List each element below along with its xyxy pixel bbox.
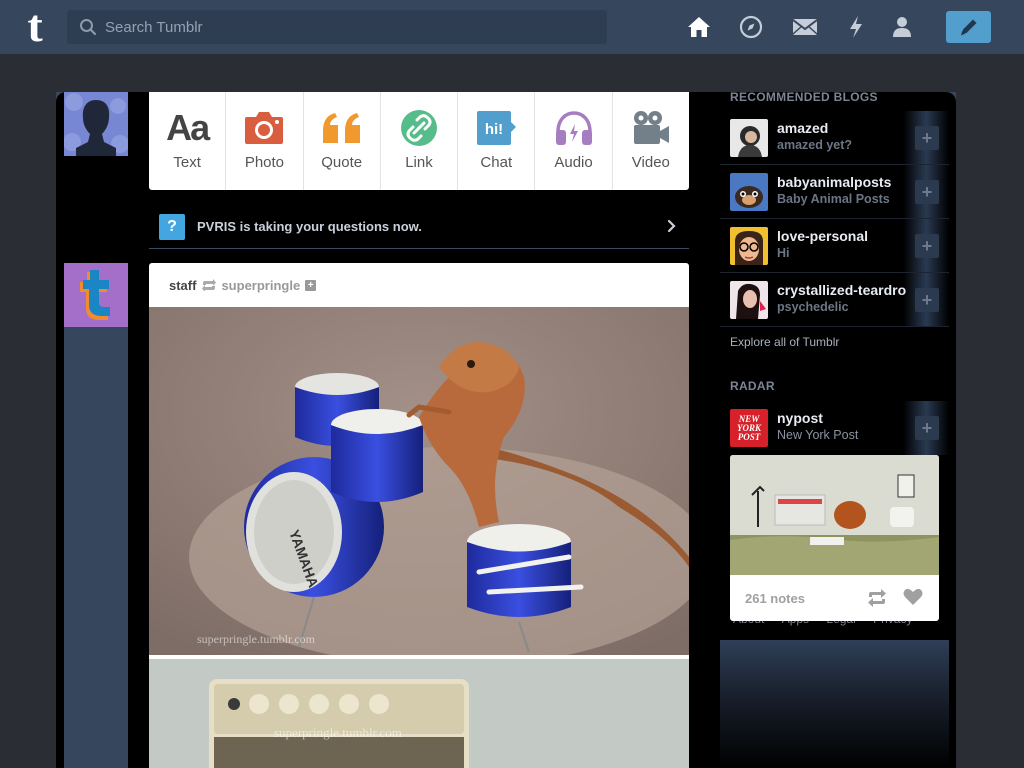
search-box[interactable] (67, 10, 607, 44)
sidebar-footer-panel (720, 640, 949, 768)
recommended-blog-item[interactable]: amazed amazed yet? + (720, 111, 949, 165)
activity-lightning-icon[interactable] (843, 14, 869, 40)
post-watermark-2: superpringle.tumblr.com (274, 725, 402, 740)
pencil-icon (960, 19, 976, 36)
blog-name: amazed (777, 120, 829, 136)
post-type-bar: Aa Text Photo Quote Link hi! Chat Audio (149, 92, 689, 190)
radar-blog-item[interactable]: NEW YORK POST nypost New York Post + (720, 401, 949, 455)
search-icon (80, 19, 97, 36)
post-type-quote[interactable]: Quote (304, 92, 381, 190)
radar-blog-avatar: NEW YORK POST (730, 409, 768, 447)
home-icon[interactable] (686, 14, 712, 40)
follow-plus-icon[interactable]: + (305, 279, 317, 291)
top-navigation-bar: t (0, 0, 1024, 54)
inbox-mail-icon[interactable] (792, 14, 818, 40)
recommended-blog-item[interactable]: crystallized-teardrops psychedelic + (720, 273, 949, 327)
follow-button[interactable]: + (915, 416, 939, 440)
blog-avatar (730, 280, 768, 319)
post-header: staff superpringle + (149, 263, 689, 307)
reblog-icon (202, 279, 217, 291)
video-camera-icon (631, 108, 671, 148)
quote-icon (321, 108, 363, 148)
reblogged-from-blog[interactable]: superpringle (221, 278, 300, 293)
blog-subtitle: amazed yet? (777, 138, 853, 152)
link-icon (400, 108, 438, 148)
notes-count[interactable]: 261 notes (745, 591, 805, 606)
svg-text:hi!: hi! (485, 121, 503, 138)
post-type-label: Audio (554, 154, 593, 171)
radar-blog-name: nypost (777, 410, 823, 426)
search-input[interactable] (105, 10, 595, 44)
post-author[interactable]: staff (169, 278, 196, 293)
blog-avatar (730, 172, 768, 211)
text-aa-icon: Aa (166, 107, 210, 148)
post-type-label: Quote (321, 154, 363, 171)
avatar-sticky-column (64, 263, 128, 768)
follow-button[interactable]: + (915, 288, 939, 312)
camera-icon (244, 108, 284, 148)
radar-heading: RADAR (730, 379, 775, 393)
post-type-label: Text (173, 154, 201, 171)
chat-hi-icon: hi! (475, 108, 517, 148)
blog-avatar (730, 118, 768, 157)
tumblr-logo[interactable]: t (14, 3, 56, 49)
post-type-label: Chat (480, 154, 513, 171)
radar-blog-subtitle: New York Post (777, 428, 859, 442)
post-type-chat[interactable]: hi! Chat (458, 92, 536, 190)
chevron-right-icon (667, 219, 676, 233)
account-person-icon[interactable] (889, 14, 915, 40)
post-type-label: Video (631, 154, 670, 171)
dashboard-background (0, 54, 1024, 92)
blog-name: babyanimalposts (777, 174, 892, 190)
dashboard-post: staff superpringle + YAMAHA superpringle… (149, 263, 689, 768)
follow-button[interactable]: + (915, 234, 939, 258)
user-avatar[interactable] (64, 92, 128, 156)
post-type-link[interactable]: Link (381, 92, 459, 190)
blog-name: love-personal (777, 228, 869, 244)
radar-post-footer: 261 notes (730, 575, 939, 621)
blog-subtitle: psychedelic (777, 300, 849, 314)
follow-button[interactable]: + (915, 126, 939, 150)
like-heart-icon[interactable] (903, 588, 923, 606)
staff-avatar[interactable] (64, 263, 128, 327)
radar-post-image[interactable] (730, 455, 939, 575)
right-gutter (956, 54, 1024, 768)
post-type-photo[interactable]: Photo (226, 92, 304, 190)
banner-text: PVRIS is taking your questions now. (197, 219, 422, 234)
reblog-icon[interactable] (866, 589, 888, 607)
post-type-label: Photo (244, 154, 285, 171)
explore-all-link[interactable]: Explore all of Tumblr (730, 335, 839, 349)
compose-button[interactable] (946, 11, 991, 43)
post-watermark: superpringle.tumblr.com (197, 632, 315, 646)
radar-post-card[interactable]: 261 notes (730, 455, 939, 621)
left-gutter (0, 54, 56, 768)
question-icon: ? (159, 213, 185, 240)
announcement-banner[interactable]: ? PVRIS is taking your questions now. (149, 205, 689, 249)
blog-subtitle: Hi (777, 246, 790, 260)
follow-button[interactable]: + (915, 180, 939, 204)
blog-name: crystallized-teardrops (777, 282, 907, 298)
headphones-icon (554, 108, 594, 148)
recommended-blog-item[interactable]: babyanimalposts Baby Animal Posts + (720, 165, 949, 219)
post-photo-drums[interactable]: YAMAHA superpringle.tumblr.com (149, 307, 689, 655)
post-type-text[interactable]: Aa Text (149, 92, 227, 190)
post-type-audio[interactable]: Audio (535, 92, 613, 190)
post-type-label: Link (405, 154, 433, 171)
recommended-blogs-heading: RECOMMENDED BLOGS (730, 90, 878, 104)
post-photo-amp[interactable]: superpringle.tumblr.com (149, 659, 689, 768)
blog-avatar (730, 226, 768, 265)
recommended-blog-item[interactable]: love-personal Hi + (720, 219, 949, 273)
explore-compass-icon[interactable] (738, 14, 764, 40)
radar-avatar-text: NEW YORK POST (736, 413, 761, 442)
post-type-video[interactable]: Video (613, 92, 689, 190)
blog-subtitle: Baby Animal Posts (777, 192, 890, 206)
